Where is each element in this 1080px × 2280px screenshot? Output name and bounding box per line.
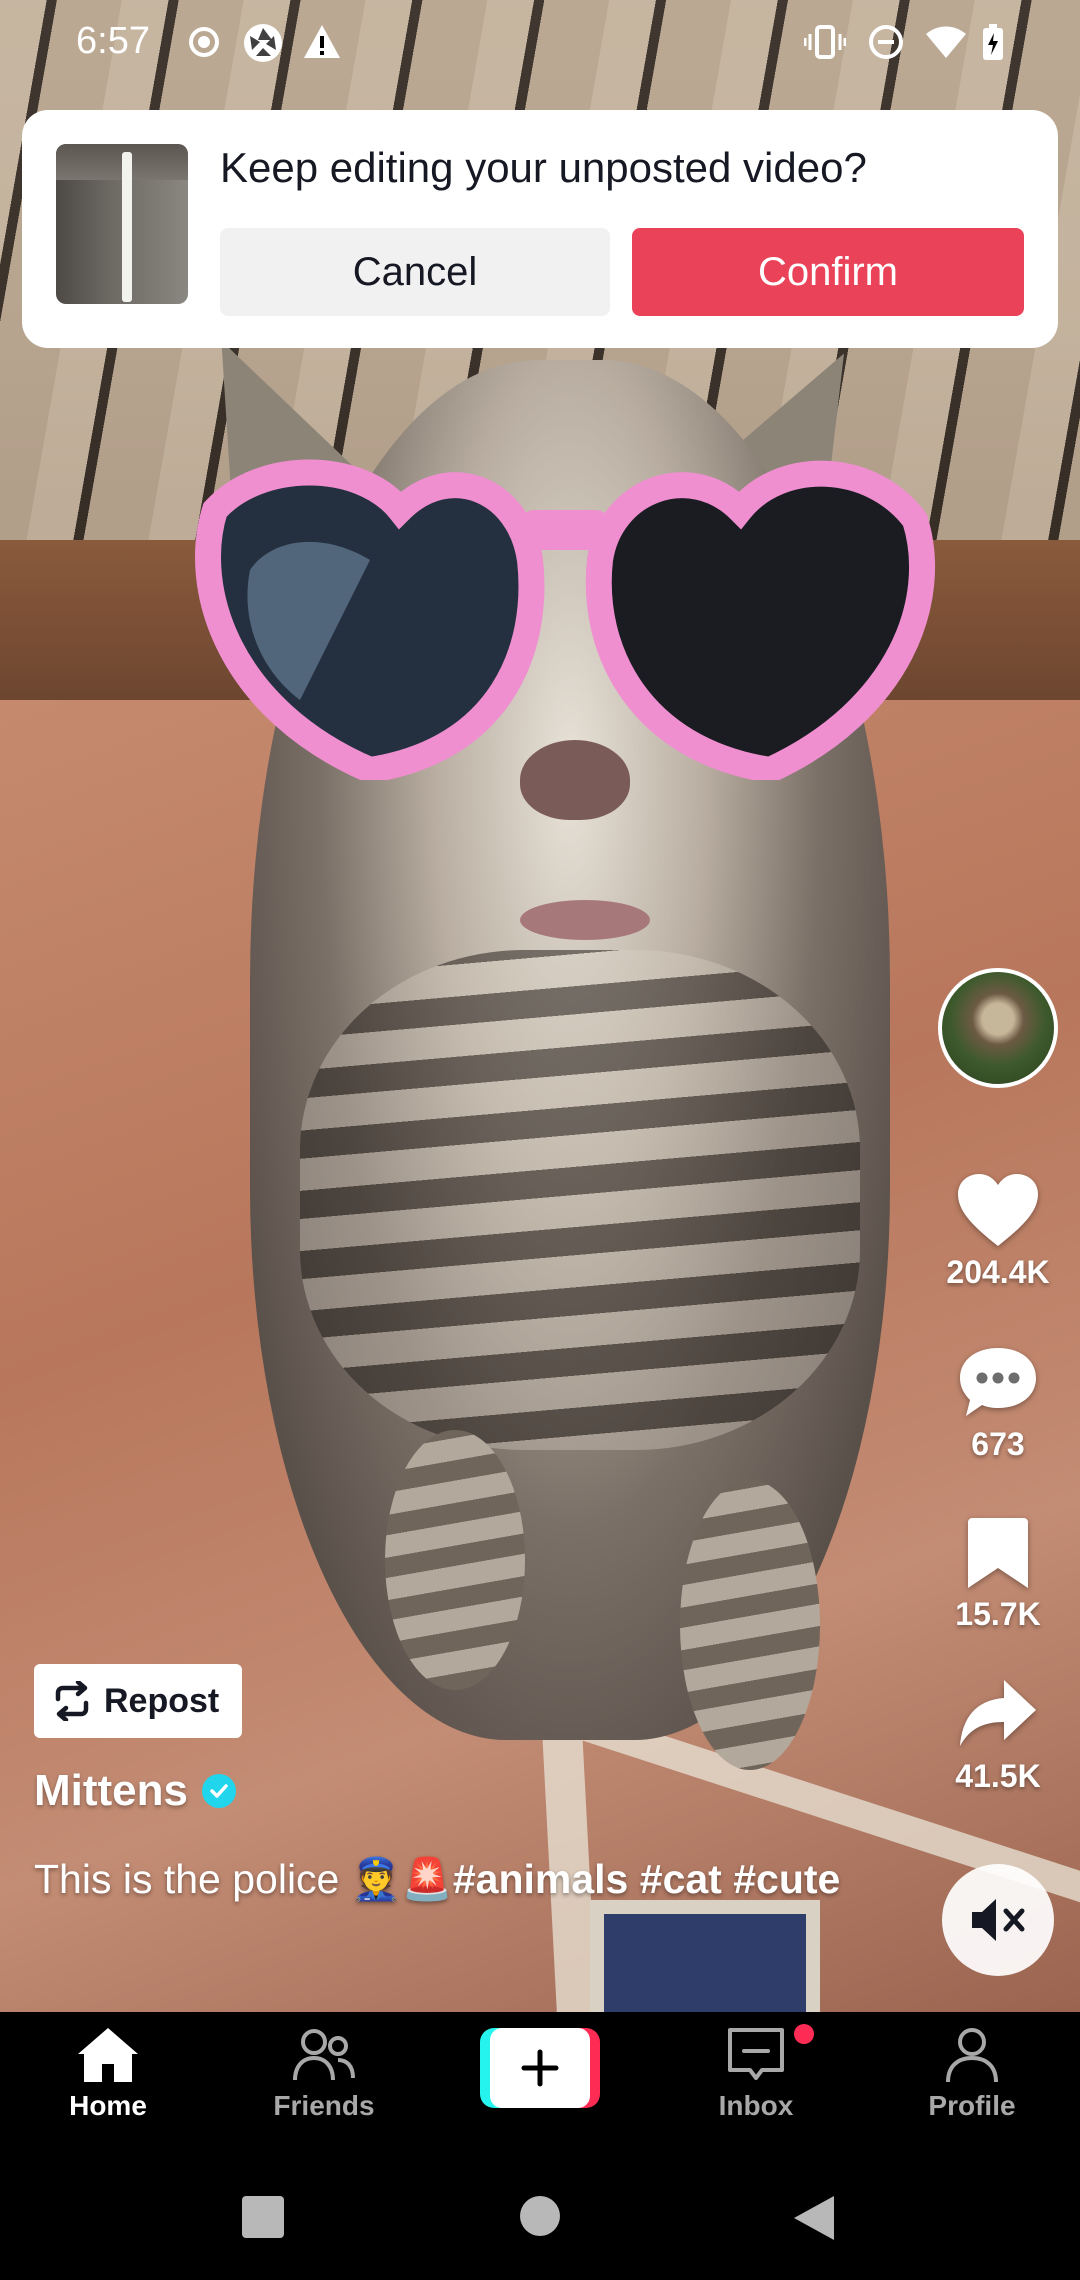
recents-square-icon[interactable] [240, 2194, 286, 2240]
like-count: 204.4K [946, 1254, 1050, 1290]
cat-leg [385, 1430, 525, 1690]
bookmark-button[interactable]: 15.7K [930, 1516, 1066, 1633]
verified-badge-icon [202, 1774, 236, 1808]
hashtag[interactable]: #cute [733, 1856, 840, 1902]
unposted-video-dialog: Keep editing your unposted video? Cancel… [22, 110, 1058, 348]
create-button[interactable] [480, 2028, 600, 2108]
tab-profile[interactable]: Profile [892, 2026, 1052, 2122]
tab-label: Friends [273, 2090, 375, 2121]
plus-icon [521, 2049, 559, 2087]
comment-button[interactable]: 673 [930, 1344, 1066, 1463]
home-circle-icon[interactable] [518, 2194, 562, 2238]
tab-inbox[interactable]: Inbox [676, 2026, 836, 2122]
warning-icon [304, 25, 340, 58]
author-name-row[interactable]: Mittens [34, 1766, 236, 1816]
mute-toggle-button[interactable] [942, 1864, 1054, 1976]
cancel-button[interactable]: Cancel [220, 228, 610, 316]
dialog-title: Keep editing your unposted video? [220, 144, 867, 191]
cat-mouth [520, 900, 650, 940]
confirm-button[interactable]: Confirm [632, 228, 1024, 316]
repost-icon [55, 1681, 89, 1721]
draft-thumbnail [56, 144, 188, 304]
share-button[interactable]: 41.5K [930, 1676, 1066, 1795]
status-bar: 6:57 [0, 0, 1080, 84]
heart-sunglasses [195, 459, 935, 780]
do-not-disturb-icon [869, 25, 903, 59]
repost-button[interactable]: Repost [34, 1664, 242, 1738]
record-icon [189, 27, 219, 57]
wifi-icon [926, 26, 966, 58]
aperture-icon [244, 24, 282, 62]
profile-icon [946, 2028, 998, 2083]
bookmark-count: 15.7K [955, 1596, 1041, 1632]
system-navigation-bar [0, 2160, 1080, 2280]
battery-charging-icon [983, 24, 1003, 60]
share-arrow-icon [960, 1680, 1036, 1746]
video-floor-tile [590, 1900, 820, 2012]
caption-text: This is the police 👮🚨 [34, 1856, 453, 1902]
comment-icon [960, 1348, 1036, 1416]
back-triangle-icon[interactable] [792, 2194, 836, 2242]
home-icon [78, 2028, 138, 2082]
cat-stripes [300, 950, 860, 1450]
repost-label: Repost [104, 1681, 220, 1720]
video-caption[interactable]: This is the police 👮🚨#animals #cat #cute [34, 1848, 894, 1910]
author-name: Mittens [34, 1766, 188, 1815]
status-time: 6:57 [76, 20, 150, 62]
hashtag[interactable]: #animals [453, 1856, 629, 1902]
cat-leg [680, 1480, 820, 1770]
comment-count: 673 [971, 1426, 1025, 1462]
creator-avatar[interactable] [938, 968, 1058, 1088]
like-button[interactable]: 204.4K [930, 1172, 1066, 1291]
speaker-muted-icon [972, 1899, 1025, 1941]
bookmark-icon [968, 1518, 1028, 1588]
tab-home[interactable]: Home [28, 2026, 188, 2122]
inbox-icon [728, 2028, 784, 2080]
heart-icon [958, 1174, 1038, 1246]
inbox-notification-dot [794, 2024, 814, 2044]
friends-icon [293, 2029, 355, 2081]
tab-friends[interactable]: Friends [244, 2026, 404, 2122]
hashtag[interactable]: #cat [640, 1856, 722, 1902]
tab-label: Home [69, 2090, 147, 2121]
tab-label: Inbox [718, 2090, 794, 2121]
vibrate-icon [804, 25, 846, 59]
tab-label: Profile [928, 2090, 1016, 2121]
share-count: 41.5K [955, 1758, 1041, 1794]
